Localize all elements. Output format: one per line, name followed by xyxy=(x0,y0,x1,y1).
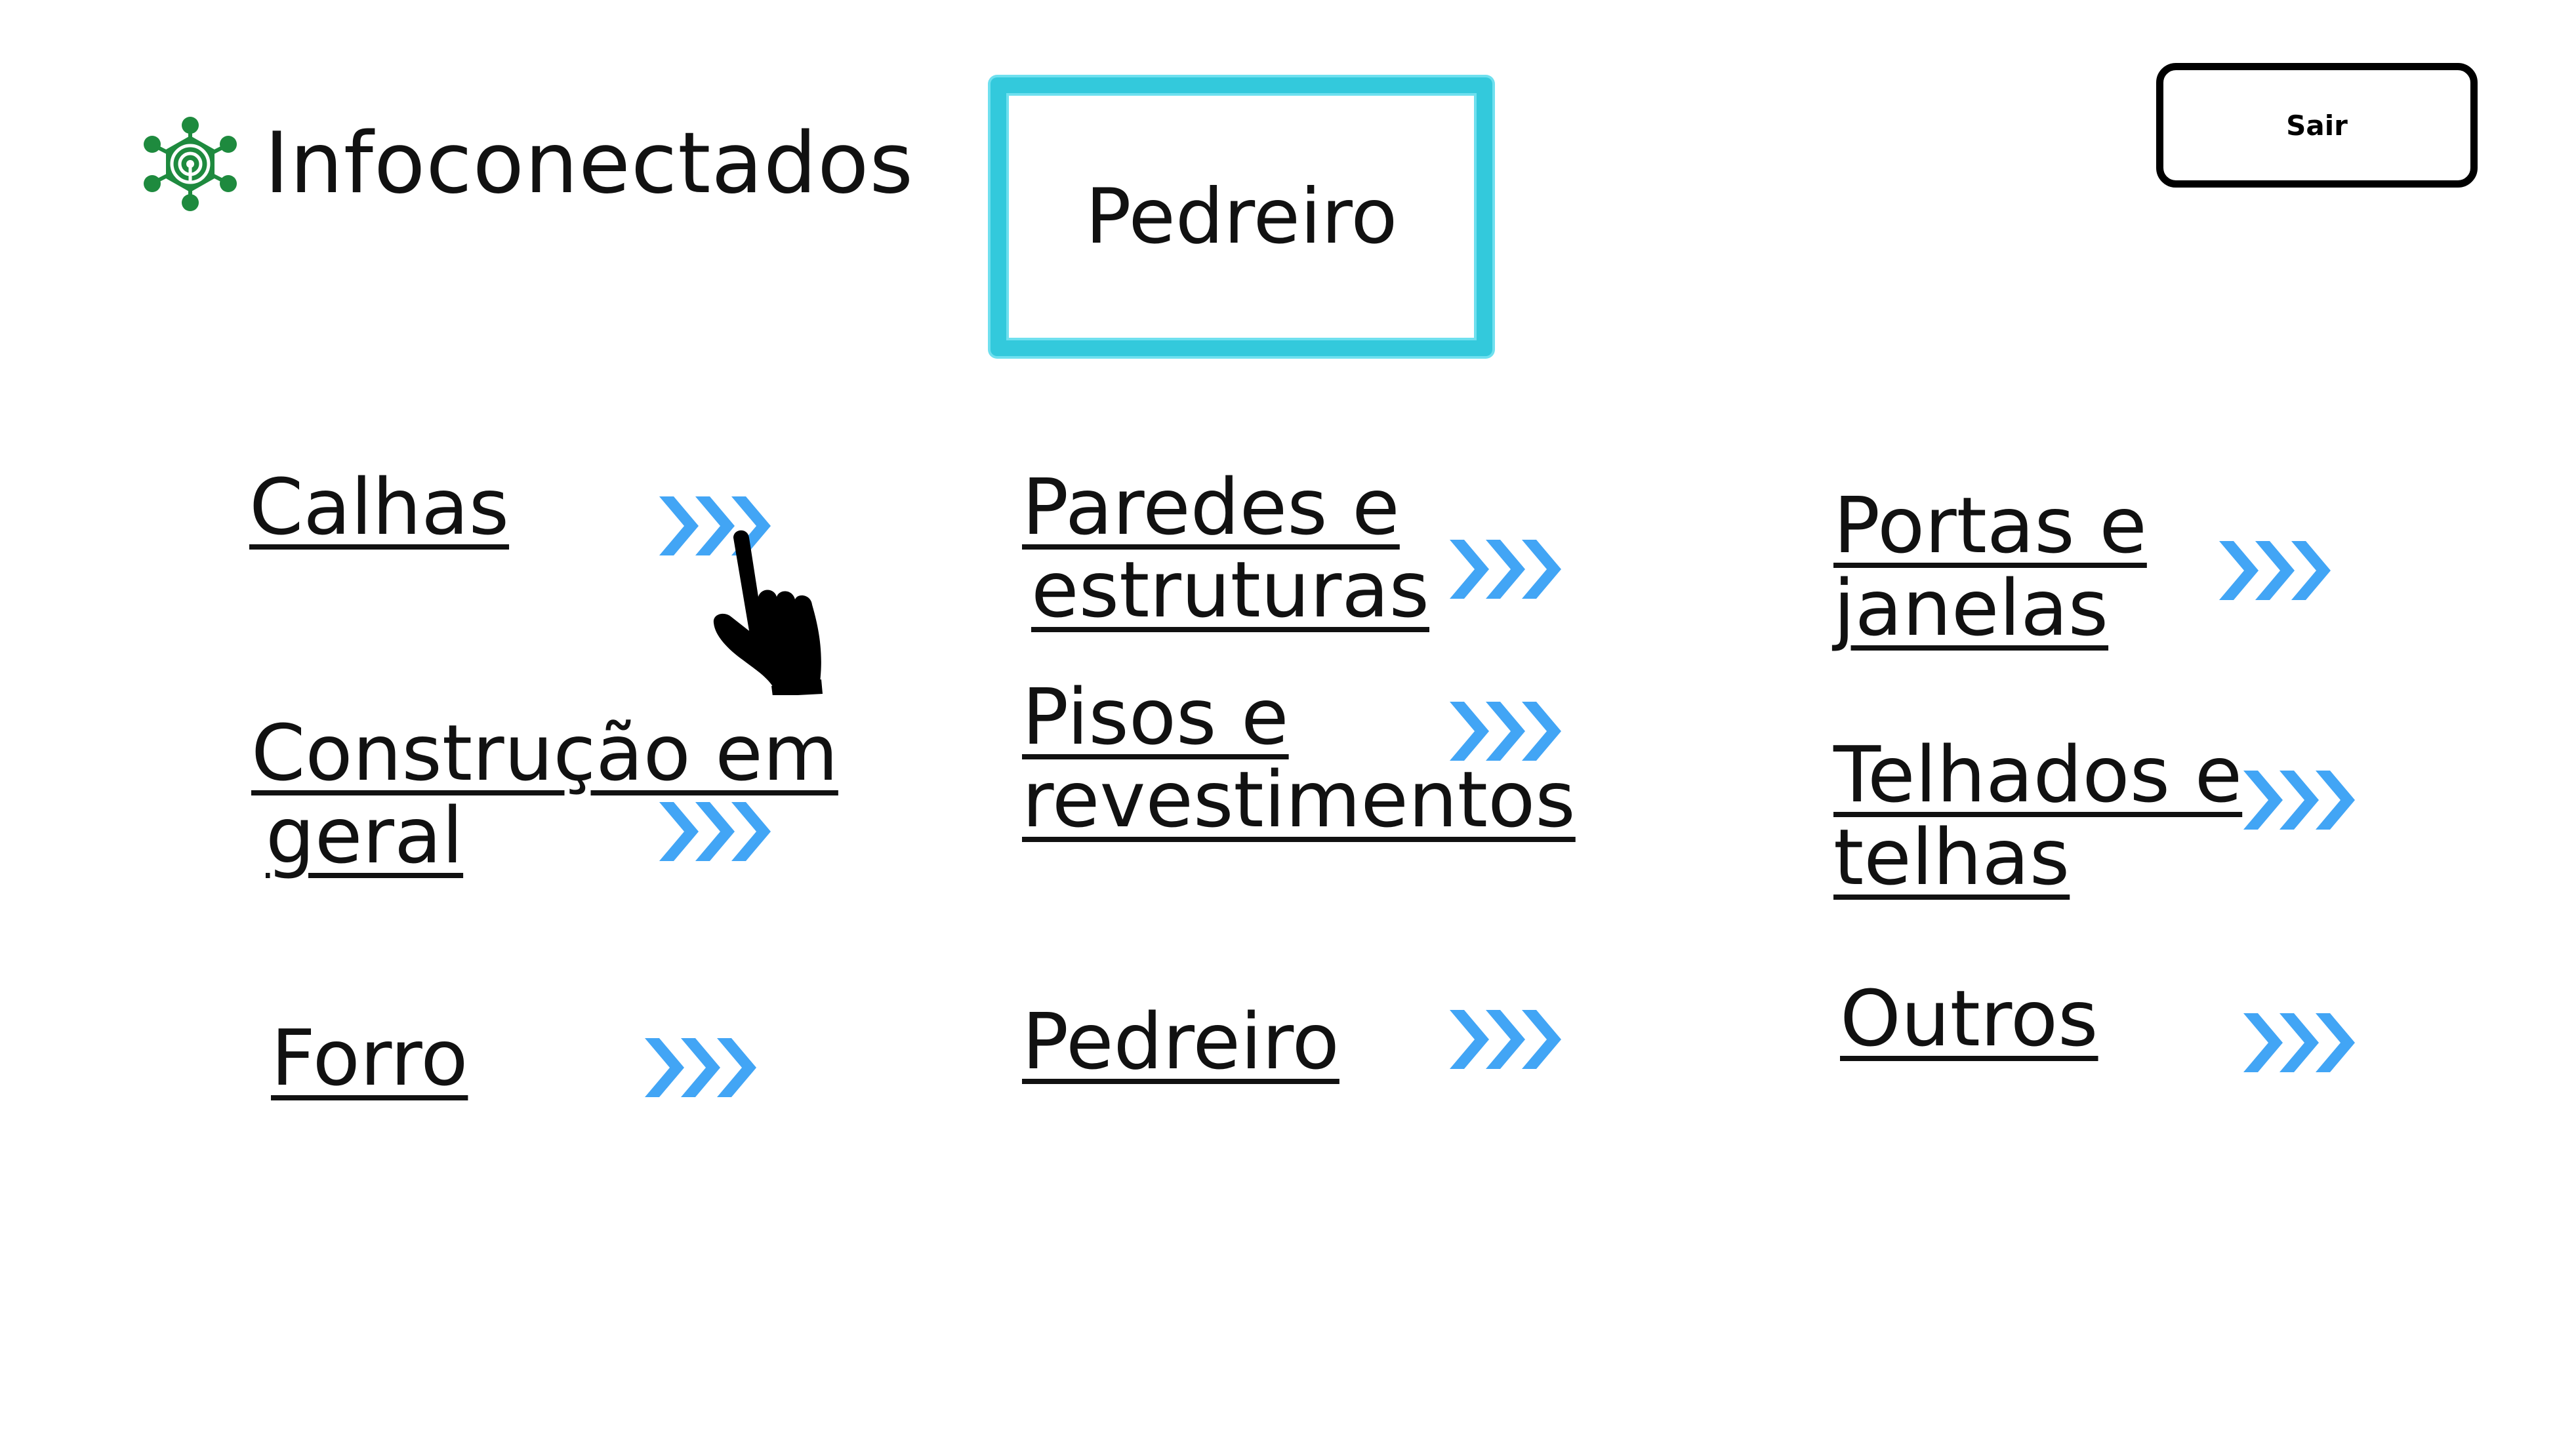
triple-chevron-right-icon[interactable] xyxy=(1450,536,1561,602)
triple-chevron-right-icon[interactable] xyxy=(2219,538,2331,603)
logout-button[interactable]: Sair xyxy=(2156,63,2478,188)
category-label-line-2: estruturas xyxy=(1031,544,1429,635)
pointing-hand-icon xyxy=(713,530,823,695)
triple-chevron-right-icon[interactable] xyxy=(2243,1010,2355,1076)
page-title-box: Pedreiro xyxy=(991,77,1492,356)
category-link-outros[interactable]: Outros xyxy=(1840,977,2098,1060)
app-logo: Infoconectados xyxy=(141,115,914,213)
triple-chevron-right-icon[interactable] xyxy=(1450,698,1561,764)
category-label-line-1: Portas e xyxy=(1833,480,2147,571)
category-label-line-2: revestimentos xyxy=(1022,754,1576,845)
category-link-calhas[interactable]: Calhas xyxy=(249,466,509,548)
triple-chevron-right-icon[interactable] xyxy=(2243,767,2355,833)
triple-chevron-right-icon[interactable] xyxy=(1450,1007,1561,1072)
triple-chevron-right-icon[interactable] xyxy=(659,799,771,864)
triple-chevron-right-icon[interactable] xyxy=(645,1035,756,1100)
network-hub-icon xyxy=(144,117,237,211)
category-label: Pedreiro xyxy=(1022,996,1339,1087)
category-label-line-2: telhas xyxy=(1833,812,2070,902)
page-title: Pedreiro xyxy=(1085,172,1398,261)
app-name: Infoconectados xyxy=(264,115,914,212)
category-label: Outros xyxy=(1840,973,2098,1064)
category-link-portas-e-janelas[interactable]: Portas e janelas xyxy=(1833,484,2147,649)
category-link-pedreiro[interactable]: Pedreiro xyxy=(1022,1000,1339,1083)
category-label-line-1: Construção em xyxy=(251,708,838,798)
category-link-telhados-e-telhas[interactable]: Telhados e telhas xyxy=(1833,733,2242,898)
category-label-line-1: Paredes e xyxy=(1022,462,1400,552)
category-label-line-2: janelas xyxy=(1833,563,2109,653)
category-label: Forro xyxy=(271,1013,468,1103)
category-link-paredes-e-estruturas[interactable]: Paredes e estruturas xyxy=(1022,466,1429,631)
category-link-forro[interactable]: Forro xyxy=(271,1016,468,1099)
logout-label: Sair xyxy=(2286,109,2348,142)
category-label: Calhas xyxy=(249,462,510,552)
category-label-line-1: Telhados e xyxy=(1833,729,2243,820)
